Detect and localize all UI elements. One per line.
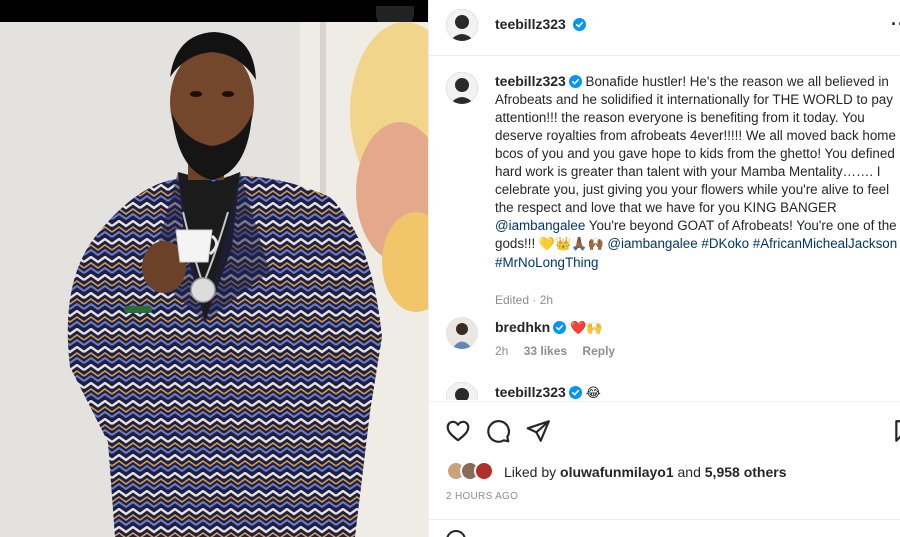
caption-username[interactable]: teebillz323 — [495, 73, 566, 89]
commenter-avatar[interactable] — [446, 382, 478, 400]
verified-badge-icon — [572, 18, 586, 31]
avatar-image — [446, 72, 478, 104]
post-header: teebillz323 ·· — [429, 0, 900, 56]
comment-text: 😂 — [585, 386, 601, 400]
avatar-image — [446, 382, 478, 400]
caption-emojis: 💛👑🙏🏾🙌🏾 — [538, 237, 604, 252]
liked-by-prefix: Liked by — [504, 464, 561, 480]
commenter-username[interactable]: teebillz323 — [495, 384, 566, 400]
photo-top-bar — [0, 0, 428, 22]
comment-bubble-icon[interactable] — [485, 418, 511, 444]
liker-avatar[interactable] — [474, 461, 494, 481]
author-username[interactable]: teebillz323 — [495, 16, 586, 32]
post-details-panel: teebillz323 ·· teebillz323 Bonafide hust… — [428, 0, 900, 537]
add-comment-bar — [429, 519, 900, 537]
verified-badge-icon — [553, 321, 567, 334]
verified-badge-icon — [568, 75, 582, 88]
author-username-text[interactable]: teebillz323 — [495, 16, 566, 32]
hashtag-link[interactable]: #MrNoLongThing — [495, 255, 598, 270]
commenter-username[interactable]: bredhkn — [495, 319, 550, 335]
verified-badge-icon — [568, 386, 582, 399]
comments-list[interactable]: teebillz323 Bonafide hustler! He's the r… — [429, 57, 900, 400]
hashtag-link[interactable]: #DKoko — [701, 236, 749, 251]
mention-link[interactable]: @iambangalee — [495, 218, 585, 233]
avatar-image — [446, 317, 478, 349]
author-avatar[interactable] — [446, 9, 478, 41]
comment-meta: 2h 33 likes Reply — [495, 344, 627, 358]
comment-likes[interactable]: 33 likes — [524, 344, 567, 358]
commenter-avatar[interactable] — [446, 317, 478, 349]
comment-text: ❤️🙌 — [570, 321, 603, 336]
post-timestamp[interactable]: 2 HOURS AGO — [446, 491, 518, 502]
hashtag-link[interactable]: #AfricanMichealJackson — [753, 236, 897, 251]
comment-line: teebillz323 😂 — [495, 384, 601, 400]
mention-link[interactable]: @iambangalee — [607, 236, 697, 251]
liked-by-user[interactable]: oluwafunmilayo1 — [560, 464, 674, 480]
caption-text: teebillz323 Bonafide hustler! He's the r… — [495, 72, 900, 272]
comment-time[interactable]: 2h — [495, 344, 508, 358]
reply-button[interactable]: Reply — [582, 344, 615, 358]
post-photo[interactable] — [0, 0, 428, 537]
emoji-picker-icon[interactable] — [446, 530, 466, 537]
avatar-image — [446, 9, 478, 41]
paper-plane-icon[interactable] — [525, 418, 551, 444]
more-horizontal-icon[interactable]: ·· — [891, 14, 900, 35]
liked-by-text: Liked by oluwafunmilayo1 and 5,958 other… — [504, 464, 786, 480]
caption-edited-time: Edited · 2h — [495, 293, 554, 307]
comment-item: teebillz323 😂 — [446, 382, 900, 400]
liked-by-others[interactable]: 5,958 others — [705, 464, 787, 480]
comment-item: bredhkn ❤️🙌 2h 33 likes Reply — [446, 317, 900, 367]
liked-by-row: Liked by oluwafunmilayo1 and 5,958 other… — [446, 461, 900, 483]
comment-line: bredhkn ❤️🙌 — [495, 319, 603, 336]
heart-icon[interactable] — [445, 418, 471, 444]
post-image — [0, 22, 428, 537]
caption-avatar[interactable] — [446, 72, 478, 104]
liked-by-joiner: and — [673, 464, 705, 480]
caption-text-part-1: Bonafide hustler! He's the reason we all… — [495, 74, 896, 215]
post-actions: Liked by oluwafunmilayo1 and 5,958 other… — [429, 401, 900, 519]
bookmark-icon[interactable] — [892, 418, 900, 444]
